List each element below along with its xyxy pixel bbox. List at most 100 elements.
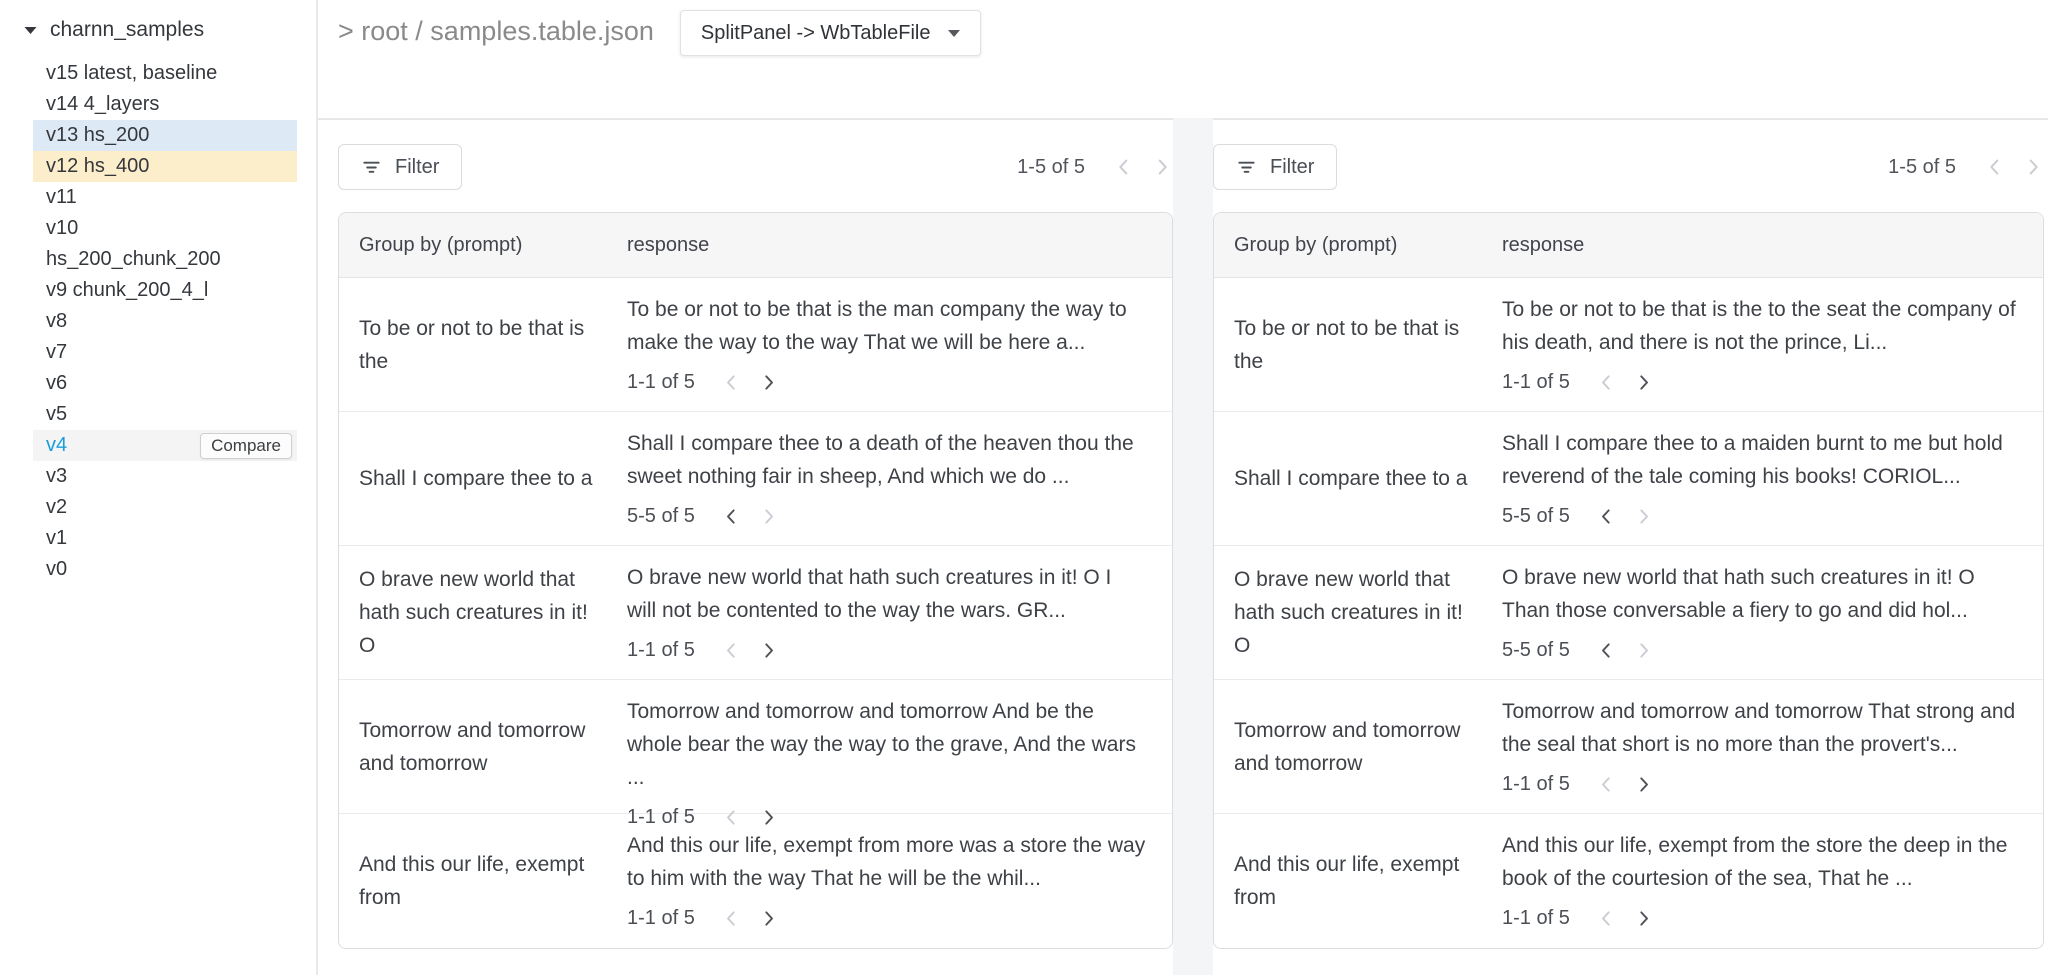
table-row: And this our life, exempt from And this … [1214,814,2043,948]
version-item-v2[interactable]: v2 [33,492,297,523]
version-item-v1[interactable]: v1 [33,523,297,554]
table-header-row: Group by (prompt) response [1214,213,2043,278]
row-pager: 1-1 of 5 [627,634,1146,667]
chevron-right-icon[interactable] [1633,908,1654,929]
chevron-right-icon[interactable] [1633,640,1654,661]
chevron-left-icon[interactable] [721,506,742,527]
version-item-v9[interactable]: v9 chunk_200_4_l [33,275,297,306]
chevron-left-icon[interactable] [1596,506,1617,527]
chevron-left-icon[interactable] [1113,156,1135,178]
filter-icon [1236,157,1257,178]
panel-gutter [1173,118,1213,975]
row-pager-range-text: 1-1 of 5 [627,634,695,667]
chevron-left-icon[interactable] [1596,372,1617,393]
filter-button[interactable]: Filter [338,144,462,190]
panel-toolbar: Filter 1-5 of 5 [338,144,1173,190]
chevron-left-icon[interactable] [721,908,742,929]
prompt-cell: Shall I compare thee to a [339,412,604,545]
chevron-right-icon[interactable] [758,372,779,393]
chevron-left-icon[interactable] [721,640,742,661]
response-cell: To be or not to be that is the man compa… [627,278,1172,411]
response-text: Shall I compare thee to a death of the h… [627,427,1146,493]
panel-type-label: SplitPanel -> WbTableFile [701,22,931,45]
breadcrumb[interactable]: > root / samples.table.json [338,8,654,54]
main-content: > root / samples.table.json SplitPanel -… [318,0,2048,975]
version-item-v13[interactable]: v13 hs_200 [33,120,297,151]
chevron-left-icon[interactable] [1596,908,1617,929]
response-cell: To be or not to be that is the to the se… [1502,278,2043,411]
prompt-text: Tomorrow and tomorrow and tomorrow [1234,714,1479,780]
chevron-left-icon[interactable] [1596,774,1617,795]
table-row: Shall I compare thee to a Shall I compar… [339,412,1172,546]
row-pager-range-text: 5-5 of 5 [1502,634,1570,667]
chevron-right-icon[interactable] [758,908,779,929]
version-label: v8 [46,308,67,334]
version-item-hs_200_chunk_200[interactable]: hs_200_chunk_200 [33,244,297,275]
prompt-text: O brave new world that hath such creatur… [359,563,604,662]
prompt-text: To be or not to be that is the [1234,312,1479,378]
version-item-v14[interactable]: v14 4_layers [33,89,297,120]
version-item-v4[interactable]: v4 Compare [33,430,297,461]
filter-button-label: Filter [1270,156,1314,179]
chevron-left-icon[interactable] [1596,640,1617,661]
table-row: Shall I compare thee to a Shall I compar… [1214,412,2043,546]
version-item-v10[interactable]: v10 [33,213,297,244]
chevron-right-icon[interactable] [758,506,779,527]
prompt-cell: O brave new world that hath such creatur… [339,546,604,679]
version-item-v6[interactable]: v6 [33,368,297,399]
column-header-prompt[interactable]: Group by (prompt) [339,234,604,257]
data-table: Group by (prompt) response To be or not … [338,212,1173,949]
response-cell: Shall I compare thee to a maiden burnt t… [1502,412,2043,545]
main-header: > root / samples.table.json SplitPanel -… [318,0,2048,118]
column-header-response[interactable]: response [1502,234,2043,257]
version-item-v3[interactable]: v3 [33,461,297,492]
version-item-v15[interactable]: v15 latest, baseline [33,58,297,89]
pager-range-text: 1-5 of 5 [1888,156,1956,179]
row-pager-range-text: 5-5 of 5 [1502,500,1570,533]
filter-button[interactable]: Filter [1213,144,1337,190]
response-cell: And this our life, exempt from the store… [1502,814,2043,948]
filter-button-label: Filter [395,156,439,179]
version-item-v8[interactable]: v8 [33,306,297,337]
collapse-caret-icon[interactable] [24,26,37,35]
chevron-right-icon[interactable] [1633,372,1654,393]
artifact-name[interactable]: charnn_samples [50,18,204,42]
version-label: v4 [46,432,67,458]
chevron-right-icon[interactable] [1633,506,1654,527]
version-label: v15 latest, baseline [46,60,217,86]
version-item-v12[interactable]: v12 hs_400 [33,151,297,182]
chevron-right-icon[interactable] [758,640,779,661]
version-item-v11[interactable]: v11 [33,182,297,213]
panel-type-dropdown[interactable]: SplitPanel -> WbTableFile [680,10,982,56]
version-item-v7[interactable]: v7 [33,337,297,368]
version-label: v2 [46,494,67,520]
version-item-v5[interactable]: v5 [33,399,297,430]
row-pager-range-text: 1-1 of 5 [1502,366,1570,399]
column-header-response[interactable]: response [627,234,1172,257]
response-cell: Tomorrow and tomorrow and tomorrow That … [1502,680,2043,813]
table-row: Tomorrow and tomorrow and tomorrow Tomor… [1214,680,2043,814]
row-pager: 1-1 of 5 [627,366,1146,399]
response-text: To be or not to be that is the to the se… [1502,293,2017,359]
chevron-left-icon[interactable] [1984,156,2006,178]
panel-toolbar: Filter 1-5 of 5 [1213,144,2044,190]
version-label: hs_200_chunk_200 [46,246,218,272]
table-body: To be or not to be that is the To be or … [339,278,1172,948]
chevron-right-icon[interactable] [2022,156,2044,178]
row-pager-range-text: 1-1 of 5 [627,366,695,399]
version-label: v10 [46,215,78,241]
row-pager-range-text: 1-1 of 5 [1502,902,1570,935]
compare-button[interactable]: Compare [200,433,292,459]
column-header-prompt[interactable]: Group by (prompt) [1214,234,1479,257]
table-header-row: Group by (prompt) response [339,213,1172,278]
row-pager: 1-1 of 5 [1502,366,2017,399]
chevron-right-icon[interactable] [1633,774,1654,795]
version-item-v0[interactable]: v0 [33,554,297,585]
table-pager: 1-5 of 5 [1888,156,2044,179]
table-row: To be or not to be that is the To be or … [339,278,1172,412]
prompt-text: And this our life, exempt from [359,848,604,914]
chevron-right-icon[interactable] [1151,156,1173,178]
version-label: v3 [46,463,67,489]
prompt-text: O brave new world that hath such creatur… [1234,563,1479,662]
chevron-left-icon[interactable] [721,372,742,393]
